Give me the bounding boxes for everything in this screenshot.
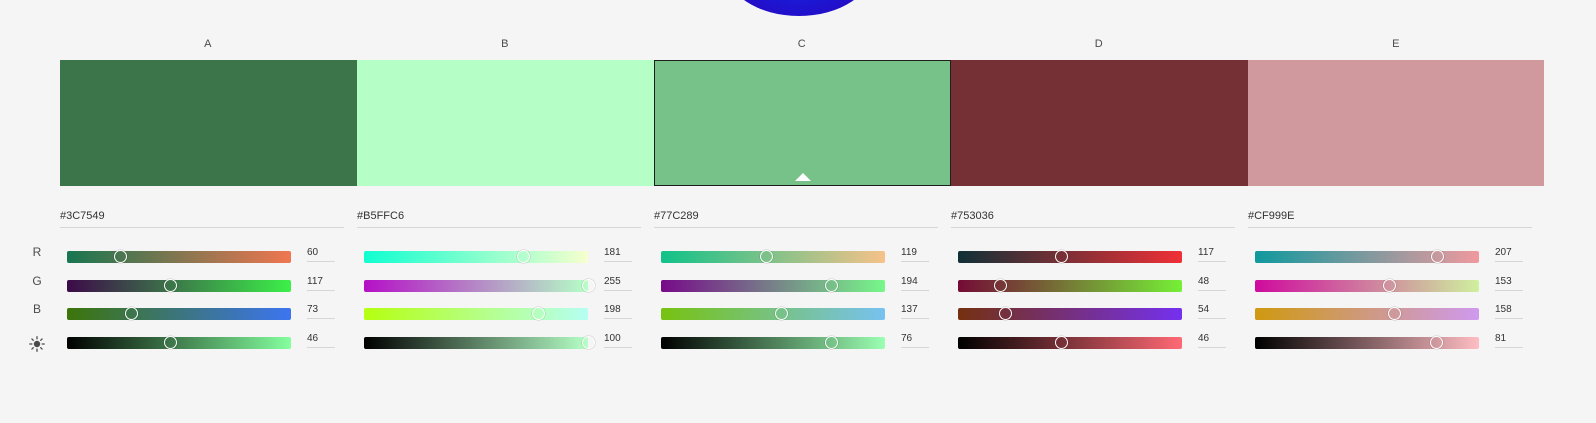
hex-input-a[interactable]: #3C7549: [60, 210, 344, 228]
brightness-icon: [29, 336, 45, 352]
value-field-g[interactable]: 153: [1495, 276, 1523, 291]
slider-thumb[interactable]: [775, 307, 789, 320]
value-field-g[interactable]: 117: [307, 276, 335, 291]
slider-b-a[interactable]: [67, 307, 291, 320]
slider-g-e[interactable]: [1255, 279, 1479, 292]
value-field-g[interactable]: 194: [901, 276, 929, 291]
value-field-r[interactable]: 119: [901, 247, 929, 262]
value-field-r[interactable]: 207: [1495, 247, 1523, 262]
channel-label-b: B: [32, 302, 41, 316]
swatch-label-a: A: [204, 38, 212, 50]
value-field-b[interactable]: 158: [1495, 304, 1523, 319]
value-field-b[interactable]: 137: [901, 304, 929, 319]
color-swatch-d[interactable]: [951, 60, 1248, 186]
hex-input-b[interactable]: #B5FFC6: [357, 210, 641, 228]
slider-thumb[interactable]: [124, 307, 138, 320]
slider-r-c[interactable]: [661, 250, 885, 263]
value-field-brightness[interactable]: 46: [1198, 333, 1226, 348]
value-field-g[interactable]: 255: [604, 276, 632, 291]
slider-brightness-e[interactable]: [1255, 336, 1479, 349]
value-field-b[interactable]: 73: [307, 304, 335, 319]
slider-brightness-a[interactable]: [67, 336, 291, 349]
hex-input-d[interactable]: #753036: [951, 210, 1235, 228]
slider-g-d[interactable]: [958, 279, 1182, 292]
value-field-r[interactable]: 60: [307, 247, 335, 262]
slider-thumb[interactable]: [163, 279, 177, 292]
selected-caret-icon: [794, 173, 811, 181]
color-swatch-a[interactable]: [60, 60, 357, 186]
slider-brightness-c[interactable]: [661, 336, 885, 349]
slider-thumb[interactable]: [994, 279, 1008, 292]
slider-r-d[interactable]: [958, 250, 1182, 263]
slider-thumb[interactable]: [582, 336, 595, 349]
slider-brightness-d[interactable]: [958, 336, 1182, 349]
swatch-label-b: B: [501, 38, 509, 50]
slider-r-a[interactable]: [67, 250, 291, 263]
value-field-b[interactable]: 198: [604, 304, 632, 319]
slider-thumb[interactable]: [999, 307, 1013, 320]
value-field-brightness[interactable]: 81: [1495, 333, 1523, 348]
slider-thumb[interactable]: [1430, 336, 1444, 349]
value-field-r[interactable]: 117: [1198, 247, 1226, 262]
hex-input-e[interactable]: #CF999E: [1248, 210, 1532, 228]
value-field-b[interactable]: 54: [1198, 304, 1226, 319]
slider-thumb[interactable]: [1055, 336, 1069, 349]
slider-thumb[interactable]: [113, 250, 127, 263]
slider-g-b[interactable]: [364, 279, 595, 292]
color-wheel[interactable]: [724, 0, 874, 16]
value-field-brightness[interactable]: 100: [604, 333, 632, 348]
slider-b-d[interactable]: [958, 307, 1182, 320]
value-field-r[interactable]: 181: [604, 247, 632, 262]
channel-label-r: R: [32, 245, 42, 259]
slider-thumb[interactable]: [1430, 250, 1444, 263]
slider-thumb[interactable]: [582, 279, 595, 292]
slider-brightness-b[interactable]: [364, 336, 595, 349]
value-field-brightness[interactable]: 46: [307, 333, 335, 348]
slider-b-b[interactable]: [364, 307, 588, 320]
slider-thumb[interactable]: [1054, 250, 1068, 263]
value-field-brightness[interactable]: 76: [901, 333, 929, 348]
slider-thumb[interactable]: [517, 250, 531, 263]
channel-label-g: G: [32, 274, 42, 288]
slider-thumb[interactable]: [1387, 307, 1401, 320]
slider-thumb[interactable]: [531, 307, 545, 320]
slider-thumb[interactable]: [164, 336, 178, 349]
slider-g-c[interactable]: [661, 279, 885, 292]
slider-thumb[interactable]: [759, 250, 773, 263]
slider-thumb[interactable]: [825, 336, 839, 349]
swatch-label-d: D: [1094, 38, 1104, 50]
slider-r-b[interactable]: [364, 250, 588, 263]
slider-thumb[interactable]: [825, 279, 839, 292]
swatch-label-c: C: [797, 38, 807, 50]
color-swatch-c[interactable]: [654, 60, 951, 186]
slider-g-a[interactable]: [67, 279, 291, 292]
slider-b-e[interactable]: [1255, 307, 1479, 320]
hex-input-c[interactable]: #77C289: [654, 210, 938, 228]
slider-r-e[interactable]: [1255, 250, 1479, 263]
color-swatch-e[interactable]: [1248, 60, 1544, 186]
slider-thumb[interactable]: [1383, 279, 1397, 292]
value-field-g[interactable]: 48: [1198, 276, 1226, 291]
swatch-label-e: E: [1392, 38, 1400, 50]
slider-b-c[interactable]: [661, 307, 885, 320]
color-swatch-b[interactable]: [357, 60, 654, 186]
